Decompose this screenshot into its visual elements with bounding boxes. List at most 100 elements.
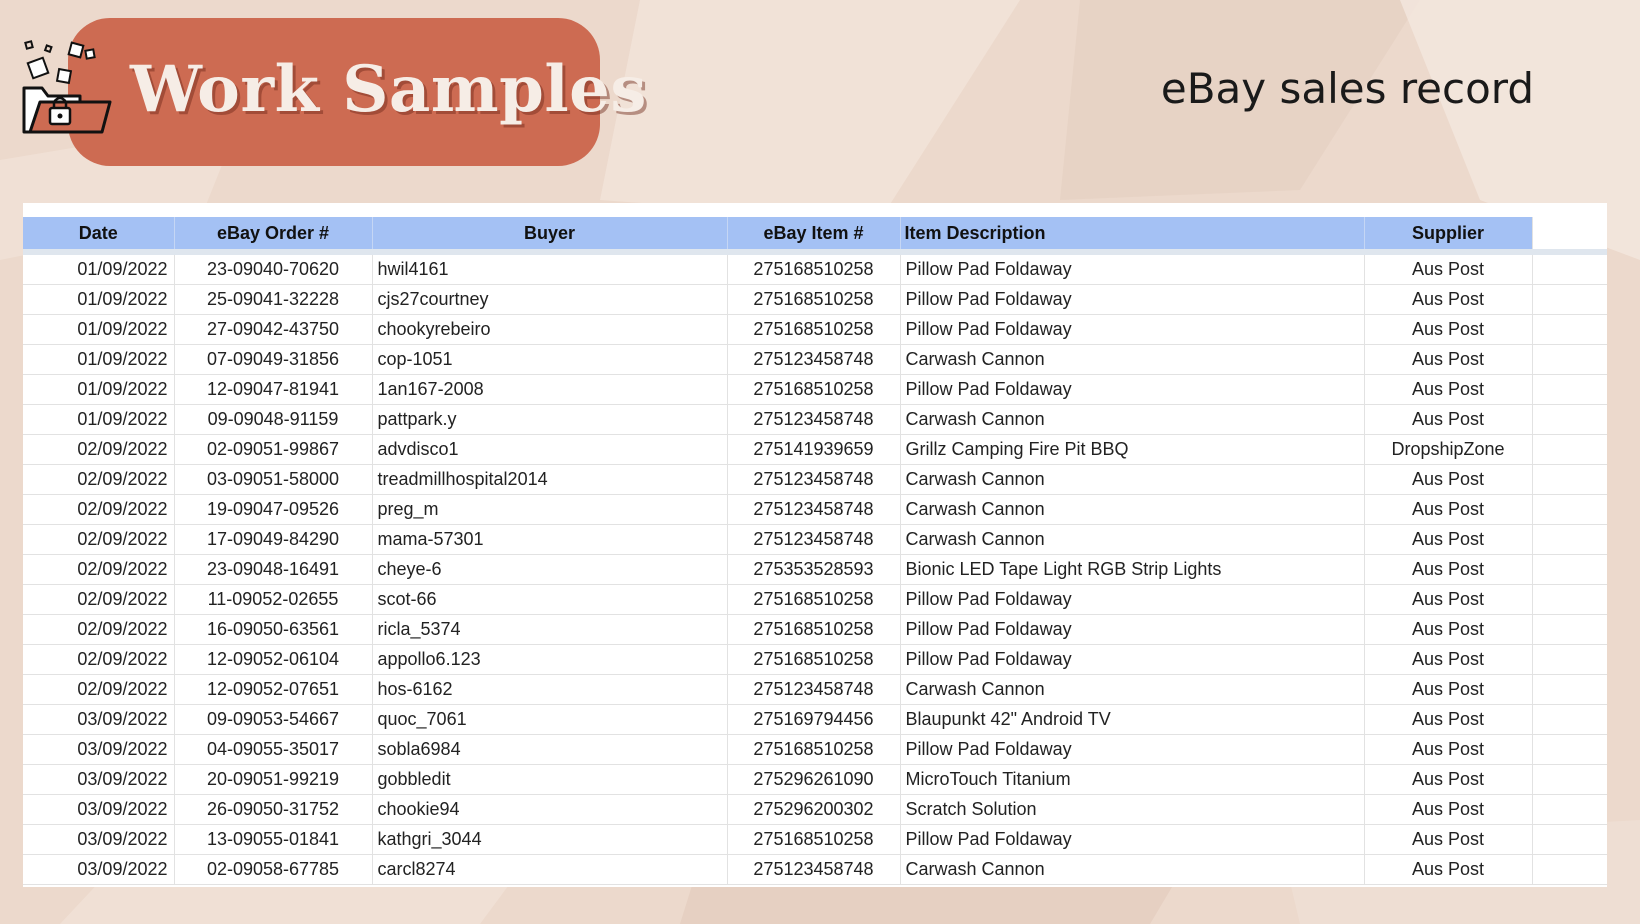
table-row[interactable]: 03/09/2022 02-09058-67785 carcl8274 2751234… [23,854,1607,885]
empty-cell[interactable] [1531,524,1607,555]
order-cell[interactable]: 13-09055-01841 [173,824,372,855]
supplier-cell[interactable]: Aus Post [1363,374,1532,405]
item-cell[interactable]: 275353528593 [726,554,900,585]
item-cell[interactable]: 275123458748 [726,854,900,885]
table-row[interactable]: 01/09/2022 23-09040-70620 hwil4161 27516851… [23,252,1607,285]
supplier-cell[interactable]: Aus Post [1363,524,1532,555]
description-cell[interactable]: Carwash Cannon [899,674,1364,705]
description-cell[interactable]: Pillow Pad Foldaway [899,314,1364,345]
order-cell[interactable]: 02-09058-67785 [173,854,372,885]
order-cell[interactable]: 27-09042-43750 [173,314,372,345]
buyer-cell[interactable]: ricla_5374 [371,614,727,645]
item-cell[interactable]: 275123458748 [726,344,900,375]
buyer-cell[interactable]: cjs27courtney [371,284,727,315]
buyer-cell[interactable]: kathgri_3044 [371,824,727,855]
date-cell[interactable]: 01/09/2022 [23,284,174,315]
description-cell[interactable]: Pillow Pad Foldaway [899,734,1364,765]
buyer-cell[interactable]: hwil4161 [371,252,727,285]
order-cell[interactable]: 03-09051-58000 [173,464,372,495]
supplier-cell[interactable]: Aus Post [1363,854,1532,885]
item-cell[interactable]: 275123458748 [726,404,900,435]
item-cell[interactable]: 275296200302 [726,794,900,825]
item-cell[interactable]: 275168510258 [726,584,900,615]
table-row[interactable]: 01/09/2022 12-09047-81941 1an167-2008 27516… [23,374,1607,405]
date-cell[interactable]: 02/09/2022 [23,434,174,465]
buyer-cell[interactable]: chookyrebeiro [371,314,727,345]
order-cell[interactable]: 09-09053-54667 [173,704,372,735]
buyer-cell[interactable]: appollo6.123 [371,644,727,675]
date-cell[interactable]: 02/09/2022 [23,614,174,645]
item-cell[interactable]: 275296261090 [726,764,900,795]
table-row[interactable]: 01/09/2022 25-09041-32228 cjs27courtney 275… [23,284,1607,315]
supplier-cell[interactable]: Aus Post [1363,824,1532,855]
buyer-cell[interactable]: hos-6162 [371,674,727,705]
table-row[interactable]: 03/09/2022 20-09051-99219 gobbledit 2752962… [23,764,1607,795]
empty-cell[interactable] [1531,644,1607,675]
date-cell[interactable]: 02/09/2022 [23,494,174,525]
buyer-cell[interactable]: scot-66 [371,584,727,615]
table-row[interactable]: 03/09/2022 09-09053-54667 quoc_7061 2751697… [23,704,1607,735]
supplier-cell[interactable]: Aus Post [1363,494,1532,525]
description-cell[interactable]: Carwash Cannon [899,344,1364,375]
table-row[interactable]: 03/09/2022 26-09050-31752 chookie94 2752962… [23,794,1607,825]
empty-cell[interactable] [1531,344,1607,375]
column-header-item[interactable]: eBay Item # [726,217,900,252]
date-cell[interactable]: 02/09/2022 [23,674,174,705]
item-cell[interactable]: 275168510258 [726,252,900,285]
order-cell[interactable]: 17-09049-84290 [173,524,372,555]
item-cell[interactable]: 275123458748 [726,524,900,555]
order-cell[interactable]: 23-09048-16491 [173,554,372,585]
date-cell[interactable]: 03/09/2022 [23,824,174,855]
description-cell[interactable]: Carwash Cannon [899,524,1364,555]
supplier-cell[interactable]: Aus Post [1363,554,1532,585]
date-cell[interactable]: 03/09/2022 [23,854,174,885]
column-header-order[interactable]: eBay Order # [173,217,372,252]
buyer-cell[interactable]: quoc_7061 [371,704,727,735]
empty-cell[interactable] [1531,854,1607,885]
item-cell[interactable]: 275123458748 [726,674,900,705]
empty-cell[interactable] [1531,554,1607,585]
supplier-cell[interactable]: DropshipZone [1363,434,1532,465]
item-cell[interactable]: 275168510258 [726,374,900,405]
table-row[interactable]: 02/09/2022 12-09052-06104 appollo6.123 2751… [23,644,1607,675]
buyer-cell[interactable]: gobbledit [371,764,727,795]
description-cell[interactable]: Carwash Cannon [899,464,1364,495]
table-row[interactable]: 02/09/2022 17-09049-84290 mama-57301 275123… [23,524,1607,555]
supplier-cell[interactable]: Aus Post [1363,344,1532,375]
empty-cell[interactable] [1531,494,1607,525]
order-cell[interactable]: 26-09050-31752 [173,794,372,825]
item-cell[interactable]: 275141939659 [726,434,900,465]
table-row[interactable]: 02/09/2022 16-09050-63561 ricla_5374 275168… [23,614,1607,645]
description-cell[interactable]: Pillow Pad Foldaway [899,824,1364,855]
buyer-cell[interactable]: mama-57301 [371,524,727,555]
empty-cell[interactable] [1531,674,1607,705]
supplier-cell[interactable]: Aus Post [1363,252,1532,285]
description-cell[interactable]: Blaupunkt 42" Android TV [899,704,1364,735]
description-cell[interactable]: MicroTouch Titanium [899,764,1364,795]
date-cell[interactable]: 02/09/2022 [23,644,174,675]
order-cell[interactable]: 16-09050-63561 [173,614,372,645]
order-cell[interactable]: 12-09047-81941 [173,374,372,405]
date-cell[interactable]: 02/09/2022 [23,524,174,555]
date-cell[interactable]: 02/09/2022 [23,464,174,495]
item-cell[interactable]: 275123458748 [726,494,900,525]
supplier-cell[interactable]: Aus Post [1363,314,1532,345]
item-cell[interactable]: 275168510258 [726,314,900,345]
buyer-cell[interactable]: advdisco1 [371,434,727,465]
table-row[interactable]: 03/09/2022 04-09055-35017 sobla6984 2751685… [23,734,1607,765]
order-cell[interactable]: 11-09052-02655 [173,584,372,615]
empty-cell[interactable] [1531,824,1607,855]
date-cell[interactable]: 02/09/2022 [23,584,174,615]
table-row[interactable]: 02/09/2022 11-09052-02655 scot-66 275168510… [23,584,1607,615]
description-cell[interactable]: Carwash Cannon [899,494,1364,525]
item-cell[interactable]: 275168510258 [726,734,900,765]
table-row[interactable]: 02/09/2022 02-09051-99867 advdisco1 2751419… [23,434,1607,465]
supplier-cell[interactable]: Aus Post [1363,404,1532,435]
empty-cell[interactable] [1531,584,1607,615]
buyer-cell[interactable]: cheye-6 [371,554,727,585]
table-row[interactable]: 02/09/2022 23-09048-16491 cheye-6 275353528… [23,554,1607,585]
description-cell[interactable]: Pillow Pad Foldaway [899,284,1364,315]
date-cell[interactable]: 01/09/2022 [23,404,174,435]
column-header-description[interactable]: Item Description [899,217,1364,252]
table-row[interactable]: 02/09/2022 19-09047-09526 preg_m 2751234587… [23,494,1607,525]
